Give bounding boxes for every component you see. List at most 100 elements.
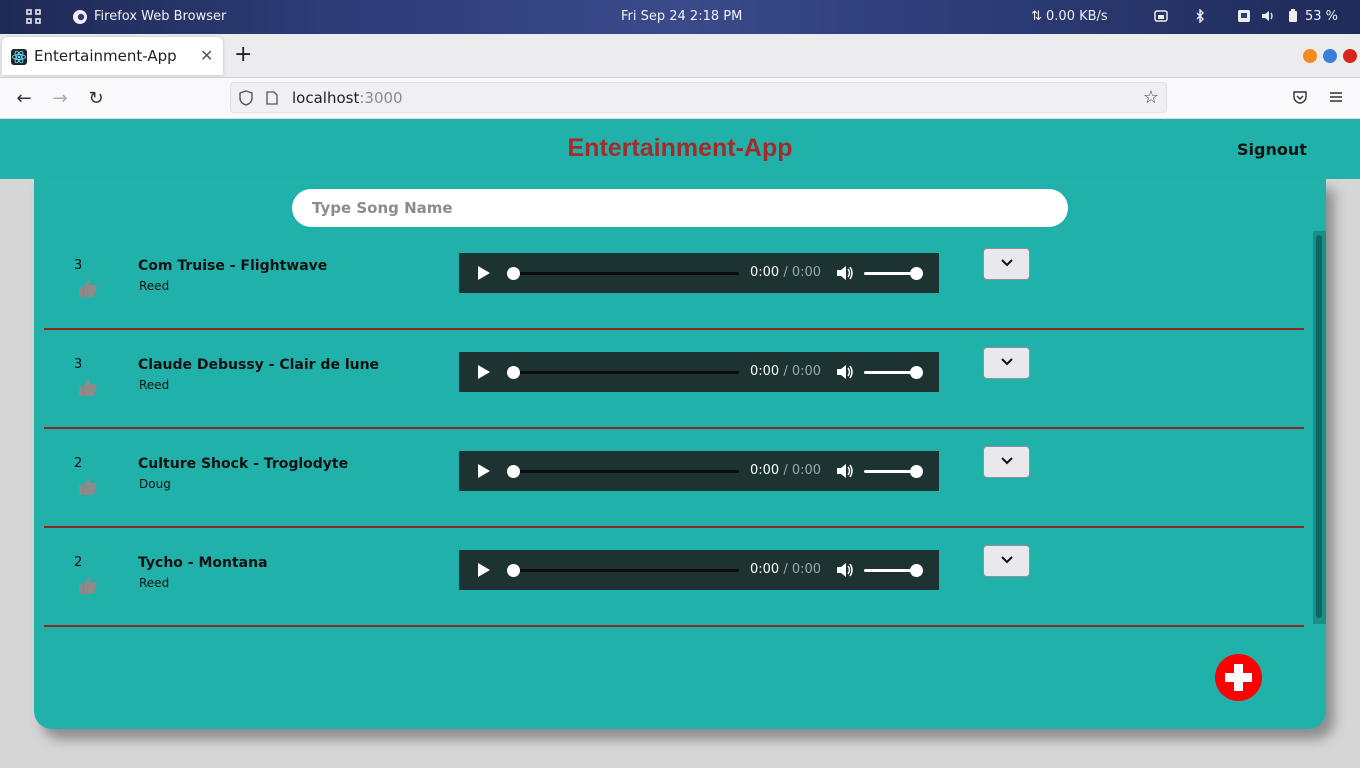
time-current: 0:00 — [750, 364, 780, 379]
browser-nav-bar: ← → ↻ localhost:3000 ☆ — [0, 78, 1360, 119]
song-artist: Reed — [139, 378, 170, 392]
menu-icon[interactable] — [1328, 89, 1344, 105]
close-tab-icon[interactable]: ✕ — [200, 46, 213, 65]
speaker-icon[interactable] — [836, 265, 854, 281]
minimize-window-button[interactable] — [1303, 49, 1317, 63]
url-host: localhost — [292, 89, 360, 107]
like-count: 2 — [74, 456, 83, 471]
volume-handle[interactable] — [910, 465, 923, 478]
scrollbar-thumb[interactable] — [1316, 235, 1322, 618]
speaker-icon[interactable] — [836, 463, 854, 479]
thumbs-up-icon[interactable] — [78, 476, 98, 496]
seek-bar[interactable] — [513, 272, 739, 275]
browser-tab-strip: Entertainment-App ✕ + — [0, 34, 1360, 78]
seek-handle[interactable] — [507, 564, 520, 577]
back-button[interactable]: ← — [13, 88, 35, 109]
reload-button[interactable]: ↻ — [85, 88, 107, 109]
song-row: 3 Com Truise - Flightwave Reed 0:00 / 0:… — [44, 231, 1304, 330]
seek-handle[interactable] — [507, 366, 520, 379]
expand-button[interactable] — [983, 347, 1030, 379]
react-favicon-icon — [11, 49, 27, 65]
maximize-window-button[interactable] — [1323, 49, 1337, 63]
like-count: 3 — [74, 357, 83, 372]
add-song-button[interactable] — [1215, 654, 1262, 701]
volume-icon[interactable] — [1261, 9, 1275, 23]
thumbs-up-icon[interactable] — [78, 377, 98, 397]
song-artist: Reed — [139, 576, 170, 590]
volume-handle[interactable] — [910, 267, 923, 280]
seek-handle[interactable] — [507, 267, 520, 280]
time-total: 0:00 — [791, 463, 822, 478]
playback-time: 0:00 / 0:00 — [750, 265, 822, 280]
play-icon[interactable] — [477, 563, 491, 577]
like-count: 3 — [74, 258, 83, 273]
notification-icon[interactable] — [1237, 9, 1251, 23]
audio-player: 0:00 / 0:00 — [459, 550, 939, 590]
app-grid-icon[interactable] — [26, 9, 41, 24]
expand-button[interactable] — [983, 545, 1030, 577]
url-bar[interactable]: localhost:3000 ☆ — [230, 82, 1167, 113]
plus-icon — [1225, 664, 1252, 691]
time-current: 0:00 — [750, 265, 780, 280]
close-window-button[interactable] — [1343, 49, 1357, 63]
url-text[interactable]: localhost:3000 — [292, 89, 403, 107]
time-current: 0:00 — [750, 463, 780, 478]
url-port: :3000 — [359, 89, 403, 107]
chevron-down-icon — [1001, 457, 1013, 465]
time-total: 0:00 — [791, 265, 822, 280]
song-artist: Reed — [139, 279, 170, 293]
battery-percentage: 53 % — [1305, 9, 1339, 24]
new-tab-button[interactable]: + — [234, 42, 252, 67]
song-search-input[interactable] — [292, 189, 1068, 227]
song-list: 3 Com Truise - Flightwave Reed 0:00 / 0:… — [44, 231, 1304, 627]
song-title: Claude Debussy - Clair de lune — [138, 357, 380, 373]
song-title: Culture Shock - Troglodyte — [138, 456, 349, 472]
speaker-icon[interactable] — [836, 364, 854, 380]
clock[interactable]: Fri Sep 24 2:18 PM — [621, 9, 742, 24]
song-list-scrollbar[interactable] — [1313, 231, 1326, 624]
song-title: Com Truise - Flightwave — [138, 258, 328, 274]
seek-bar[interactable] — [513, 569, 739, 572]
song-row: 3 Claude Debussy - Clair de lune Reed 0:… — [44, 330, 1304, 429]
song-row: 2 Tycho - Montana Reed 0:00 / 0:00 — [44, 528, 1304, 627]
pocket-icon[interactable] — [1292, 89, 1308, 105]
volume-handle[interactable] — [910, 366, 923, 379]
seek-bar[interactable] — [513, 371, 739, 374]
seek-handle[interactable] — [507, 465, 520, 478]
browser-tab[interactable]: Entertainment-App ✕ — [2, 37, 223, 75]
thumbs-up-icon[interactable] — [78, 575, 98, 595]
shield-icon[interactable] — [239, 90, 253, 106]
song-title: Tycho - Montana — [138, 555, 268, 571]
volume-handle[interactable] — [910, 564, 923, 577]
time-current: 0:00 — [750, 562, 780, 577]
time-total: 0:00 — [791, 364, 822, 379]
audio-player: 0:00 / 0:00 — [459, 451, 939, 491]
like-count: 2 — [74, 555, 83, 570]
bookmark-star-icon[interactable]: ☆ — [1143, 87, 1159, 108]
playback-time: 0:00 / 0:00 — [750, 463, 822, 478]
playback-time: 0:00 / 0:00 — [750, 364, 822, 379]
expand-button[interactable] — [983, 446, 1030, 478]
play-icon[interactable] — [477, 464, 491, 478]
firefox-icon — [73, 10, 87, 24]
time-total: 0:00 — [791, 562, 822, 577]
chevron-down-icon — [1001, 259, 1013, 267]
battery-icon[interactable] — [1288, 9, 1298, 23]
thumbs-up-icon[interactable] — [78, 278, 98, 298]
play-icon[interactable] — [477, 266, 491, 280]
speaker-icon[interactable] — [836, 562, 854, 578]
tab-title: Entertainment-App — [34, 47, 177, 65]
seek-bar[interactable] — [513, 470, 739, 473]
app-title: Entertainment-App — [567, 134, 793, 162]
screenshot-icon[interactable] — [1154, 9, 1168, 23]
playback-time: 0:00 / 0:00 — [750, 562, 822, 577]
forward-button[interactable]: → — [49, 88, 71, 109]
network-speed: ⇅ 0.00 KB/s — [1031, 9, 1108, 24]
play-icon[interactable] — [477, 365, 491, 379]
active-app-name[interactable]: Firefox Web Browser — [94, 9, 226, 24]
chevron-down-icon — [1001, 556, 1013, 564]
expand-button[interactable] — [983, 248, 1030, 280]
signout-button[interactable]: Signout — [1237, 140, 1307, 159]
page-info-icon[interactable] — [266, 91, 278, 105]
bluetooth-icon[interactable] — [1193, 9, 1207, 23]
